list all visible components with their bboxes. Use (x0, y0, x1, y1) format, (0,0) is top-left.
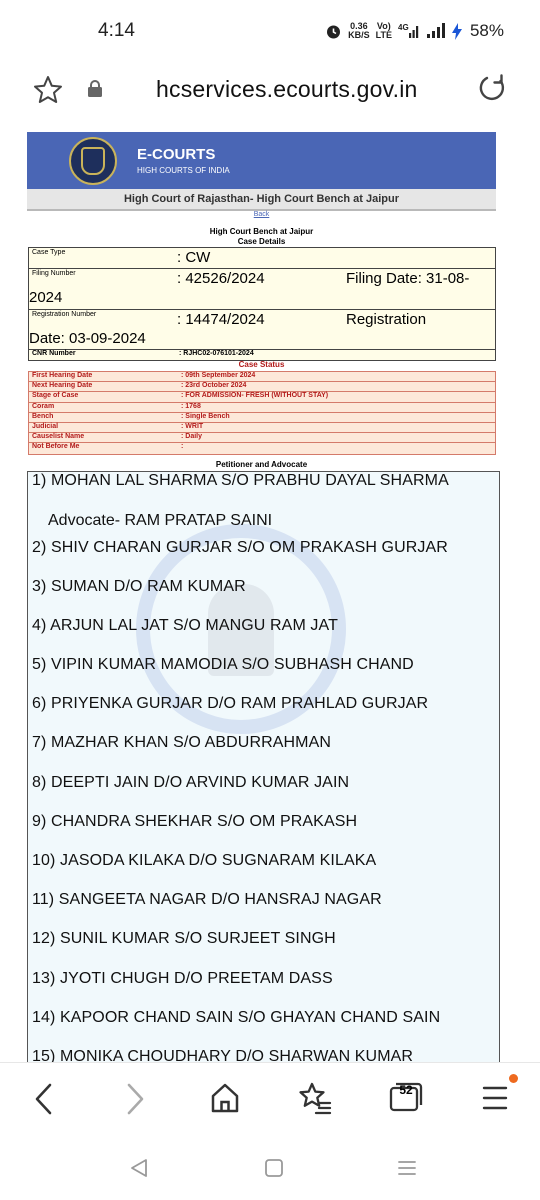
case-status-value: : Daily (181, 433, 203, 441)
cnr-value: : RJHC02-076101-2024 (179, 350, 254, 357)
status-time: 4:14 (98, 20, 135, 41)
case-status-row: Not Before Me: (29, 443, 495, 453)
case-status-row: Coram : 1768 (29, 403, 495, 413)
status-indicators: 0.36 KB/S Vo) LTE 4G 58% (325, 21, 504, 41)
filing-date-year: 2024 (29, 289, 63, 306)
case-status-value: : FOR ADMISSION- FRESH (WITHOUT STAY) (181, 392, 329, 400)
signal-icon (426, 23, 445, 38)
net-speed: 0.36 KB/S (348, 21, 370, 40)
case-status-value: : 09th September 2024 (181, 372, 256, 379)
petitioner-item: 6) PRIYENKA GURJAR D/O RAM PRAHLAD GURJA… (32, 695, 429, 712)
case-status-label: Causelist Name (32, 433, 85, 441)
tab-count: 52 (399, 1083, 413, 1097)
case-status-label: Bench (32, 412, 54, 420)
petitioner-item: 4) ARJUN LAL JAT S/O MANGU RAM JAT (32, 617, 338, 634)
browser-toolbar (0, 1062, 540, 1134)
back-link[interactable]: Back (0, 211, 523, 218)
case-status-value: : WRIT (181, 422, 204, 430)
case-status-value: : (181, 443, 184, 451)
system-nav-bar (0, 1134, 540, 1200)
nav-home-icon[interactable] (264, 1158, 284, 1178)
status-bar: 4:14 0.36 KB/S Vo) LTE 4G 58% (0, 0, 540, 62)
case-status-value: : 1768 (181, 402, 201, 410)
petitioner-item: 1) MOHAN LAL SHARMA S/O PRABHU DAYAL SHA… (32, 472, 449, 489)
petitioner-title: Petitioner and Advocate (215, 460, 308, 469)
court-emblem-icon (69, 137, 117, 185)
petitioner-item: 5) VIPIN KUMAR MAMODIA S/O SUBHASH CHAND (32, 656, 414, 673)
url-text[interactable]: hcservices.ecourts.gov.in (156, 76, 418, 103)
case-status-row: Next Hearing Date : 23rd October 2024 (29, 382, 495, 393)
petitioner-list: 1) MOHAN LAL SHARMA S/O PRABHU DAYAL SHA… (27, 471, 500, 1062)
filing-date-text: Filing Date: 31-08- (346, 270, 470, 287)
petitioner-item: 12) SUNIL KUMAR S/O SURJEET SINGH (32, 930, 336, 947)
registration-number-row: Registration Number : 14474/2024 Registr… (29, 310, 495, 350)
svg-text:4G: 4G (398, 23, 409, 32)
star-icon[interactable] (32, 74, 64, 106)
filing-number-value: : 42526/2024 (177, 270, 265, 287)
case-details-table: Case Type : CW Filing Number : 42526/202… (28, 247, 496, 361)
registration-number-value: : 14474/2024 (177, 311, 265, 328)
case-status-value: : 23rd October 2024 (181, 382, 247, 390)
case-status-table: First Hearing Date : 09th September 2024 N… (28, 371, 496, 455)
ecourts-banner: E-COURTS HIGH COURTS OF INDIA (27, 132, 496, 189)
nav-recents-icon[interactable] (397, 1158, 417, 1178)
registration-date-value: Date: 03-09-2024 (29, 330, 146, 347)
cnr-row: CNR Number : RJHC02-076101-2024 (29, 350, 495, 360)
petitioner-item: 13) JYOTI CHUGH D/O PREETAM DASS (32, 970, 333, 987)
case-status-label: Coram (32, 402, 55, 410)
case-status-title: Case Status (238, 360, 285, 369)
hamburger-icon[interactable] (481, 1081, 509, 1115)
petitioner-item: 2) SHIV CHARAN GURJAR S/O OM PRAKASH GUR… (32, 539, 448, 556)
banner-subtitle: HIGH COURTS OF INDIA (137, 166, 230, 175)
chevron-right-icon[interactable] (121, 1081, 149, 1117)
volte-indicator: Vo) LTE (375, 21, 392, 40)
case-status-row: Stage of Case : FOR ADMISSION- FRESH (WIT… (29, 392, 495, 403)
reload-icon[interactable] (476, 72, 508, 104)
petitioner-item: 9) CHANDRA SHEKHAR S/O OM PRAKASH (32, 813, 358, 830)
case-type-label: Case Type (32, 249, 66, 256)
petitioner-item: 7) MAZHAR KHAN S/O ABDURRAHMAN (32, 734, 332, 751)
petitioner-item: 15) MONIKA CHOUDHARY D/O SHARWAN KUMAR (32, 1048, 414, 1062)
filing-number-label: Filing Number (32, 270, 76, 277)
petitioner-item: 11) SANGEETA NAGAR D/O HANSRAJ NAGAR (32, 891, 382, 908)
registration-number-label: Registration Number (32, 311, 97, 318)
petitioner-item: 8) DEEPTI JAIN D/O ARVIND KUMAR JAIN (32, 774, 350, 791)
petitioner-item: 10) JASODA KILAKA D/O SUGNARAM KILAKA (32, 852, 377, 869)
registration-date-text: Registration (346, 311, 427, 328)
signal-4g-icon: 4G (398, 23, 419, 38)
case-type-row: Case Type : CW (29, 248, 495, 269)
advocate-name: Advocate- RAM PRATAP SAINI (48, 512, 273, 529)
case-status-label: First Hearing Date (32, 372, 93, 379)
filing-number-row: Filing Number : 42526/2024 Filing Date: … (29, 269, 495, 310)
charging-icon (451, 22, 462, 40)
web-content[interactable]: E-COURTS HIGH COURTS OF INDIA High Court… (0, 122, 540, 1062)
lock-icon (88, 80, 102, 97)
chevron-left-icon[interactable] (30, 1081, 58, 1117)
bench-title: High Court Bench at Jaipur (209, 227, 314, 236)
battery-percent: 58% (469, 21, 504, 40)
case-status-label: Judicial (32, 422, 59, 430)
star-list-icon[interactable] (298, 1081, 332, 1115)
case-status-label: Stage of Case (32, 392, 79, 400)
case-status-row: Judicial : WRIT (29, 422, 495, 434)
case-status-value: : Single Bench (181, 412, 230, 420)
petitioner-item: 3) SUMAN D/O RAM KUMAR (32, 578, 246, 595)
case-status-label: Next Hearing Date (32, 382, 93, 390)
petitioner-item: 14) KAPOOR CHAND SAIN S/O GHAYAN CHAND S… (32, 1009, 441, 1026)
cnr-label: CNR Number (32, 350, 76, 357)
case-status-label: Not Before Me (32, 443, 80, 451)
nav-back-icon[interactable] (129, 1158, 149, 1178)
case-details-title: Case Details (237, 237, 286, 246)
case-status-row: Bench : Single Bench (29, 413, 495, 423)
notification-dot (509, 1074, 518, 1083)
home-icon[interactable] (209, 1081, 241, 1115)
case-status-row: First Hearing Date : 09th September 2024 (29, 372, 495, 383)
court-name: High Court of Rajasthan- High Court Benc… (27, 189, 496, 211)
case-type-value: : CW (177, 249, 211, 266)
address-bar: hcservices.ecourts.gov.in (0, 62, 540, 122)
case-status-row: Causelist Name : Daily (29, 433, 495, 444)
alarm-icon (327, 25, 341, 38)
banner-title: E-COURTS (137, 146, 216, 163)
